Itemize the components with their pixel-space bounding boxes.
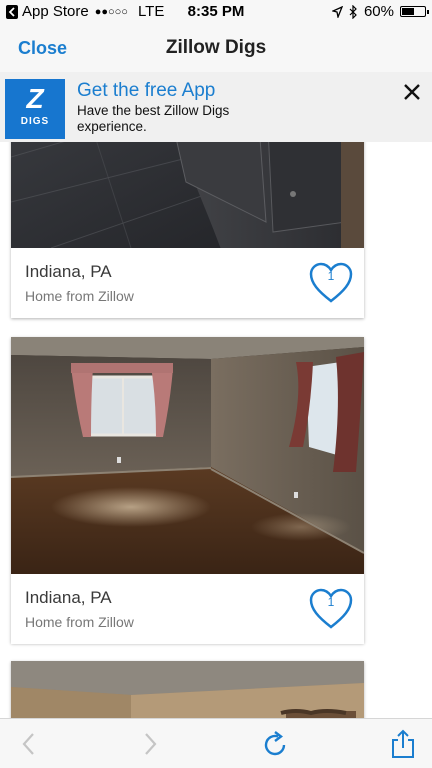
empty-room-photo-image — [11, 337, 364, 574]
browser-toolbar — [0, 718, 432, 768]
home-card[interactable] — [11, 661, 364, 718]
heart-icon — [309, 262, 353, 303]
app-promo-banner[interactable]: Z DIGS Get the free App Have the best Zi… — [0, 72, 432, 142]
card-location: Indiana, PA — [25, 588, 112, 607]
battery-icon — [400, 6, 429, 17]
home-card[interactable]: Indiana, PA Home from Zillow 1 — [11, 337, 364, 644]
logo-text: DIGS — [20, 116, 50, 127]
content-area[interactable]: Indiana, PA Home from Zillow 1 Indiana, … — [0, 72, 432, 718]
bluetooth-icon — [349, 4, 357, 19]
like-count: 1 — [327, 595, 335, 609]
reload-icon[interactable] — [261, 729, 291, 759]
status-right: 60% — [331, 3, 429, 20]
forward-arrow-icon[interactable] — [135, 729, 165, 759]
home-photo[interactable] — [11, 337, 364, 574]
navigation-bar: Close Zillow Digs — [0, 24, 432, 72]
like-button[interactable]: 1 — [308, 261, 354, 305]
like-button[interactable]: 1 — [308, 587, 354, 631]
card-location: Indiana, PA — [25, 262, 112, 281]
battery-percent: 60% — [363, 3, 394, 20]
close-icon[interactable] — [402, 82, 422, 102]
banner-title[interactable]: Get the free App — [77, 80, 215, 102]
zillow-z-icon: Z — [26, 83, 44, 114]
back-arrow-icon[interactable] — [14, 729, 44, 759]
card-details[interactable]: Indiana, PA Home from Zillow 1 — [11, 574, 364, 644]
card-source: Home from Zillow — [25, 614, 134, 630]
like-count: 1 — [327, 269, 335, 283]
card-details[interactable]: Indiana, PA Home from Zillow 1 — [11, 248, 364, 318]
banner-subtitle: Have the best Zillow Digs experience. — [77, 103, 230, 134]
status-bar: App Store ●●○○○ LTE 8:35 PM 60% — [0, 0, 432, 24]
location-arrow-icon — [331, 5, 343, 18]
digs-logo[interactable]: Z DIGS — [5, 79, 65, 139]
battery-level — [402, 8, 414, 15]
card-source: Home from Zillow — [25, 288, 134, 304]
page-title: Zillow Digs — [165, 37, 267, 58]
heart-icon — [309, 588, 353, 629]
home-photo[interactable] — [11, 661, 364, 718]
share-icon[interactable] — [388, 729, 418, 759]
room-photo-image — [11, 661, 364, 718]
